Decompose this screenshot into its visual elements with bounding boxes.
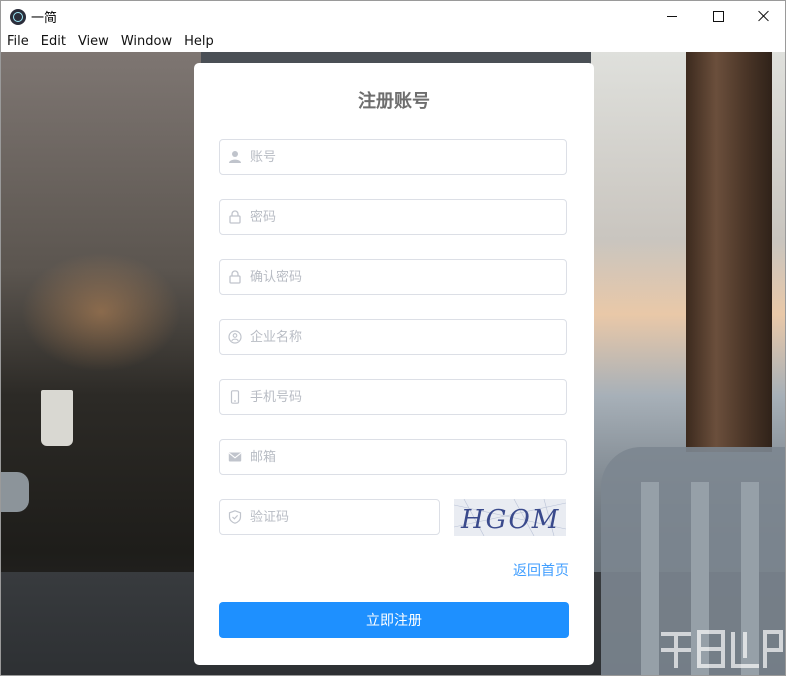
background-scene: 注册账号 账号 企业名称 手机号码 邮箱 验证码 HGOM 返回首页 立即注册 — [1, 52, 785, 675]
watermark-logo-icon — [661, 630, 783, 668]
title-bar: 一简 — [1, 1, 785, 31]
company-icon — [228, 330, 242, 344]
minimize-icon — [667, 15, 677, 17]
company-name-field[interactable] — [219, 319, 567, 355]
background-wooden-post — [686, 52, 772, 452]
confirm-password-input[interactable] — [250, 260, 550, 294]
menu-window[interactable]: Window — [121, 31, 172, 52]
captcha-text: HGOM — [460, 505, 560, 535]
email-input[interactable] — [250, 440, 550, 474]
menu-bar: File Edit View Window Help — [1, 31, 785, 52]
lock-icon — [229, 270, 241, 284]
confirm-password-field[interactable] — [219, 259, 567, 295]
page-title: 注册账号 — [358, 91, 430, 112]
background-cup — [41, 390, 73, 446]
window-title: 一简 — [31, 11, 58, 26]
menu-view[interactable]: View — [78, 31, 109, 52]
phone-icon — [230, 390, 240, 404]
captcha-field[interactable] — [219, 499, 440, 535]
lock-icon — [229, 210, 241, 224]
phone-input[interactable] — [250, 380, 550, 414]
captcha-input[interactable] — [250, 500, 430, 534]
email-field[interactable] — [219, 439, 567, 475]
password-input[interactable] — [250, 200, 550, 234]
background-left-chair — [1, 472, 29, 512]
account-field[interactable] — [219, 139, 567, 175]
user-icon — [229, 151, 241, 163]
menu-file[interactable]: File — [7, 31, 29, 52]
password-field[interactable] — [219, 199, 567, 235]
register-button[interactable]: 立即注册 — [219, 602, 569, 638]
minimize-button[interactable] — [649, 1, 695, 31]
shield-icon — [228, 510, 242, 524]
app-logo-icon — [10, 9, 26, 25]
background-glow — [21, 252, 181, 372]
maximize-icon — [712, 10, 724, 22]
company-name-input[interactable] — [250, 320, 550, 354]
close-icon — [758, 10, 770, 22]
phone-field[interactable] — [219, 379, 567, 415]
menu-edit[interactable]: Edit — [41, 31, 66, 52]
close-button[interactable] — [741, 1, 785, 31]
account-input[interactable] — [250, 140, 550, 174]
maximize-button[interactable] — [695, 1, 741, 31]
captcha-image[interactable]: HGOM — [454, 499, 566, 536]
menu-help[interactable]: Help — [184, 31, 214, 52]
mail-icon — [228, 452, 242, 462]
captcha-graphic: HGOM — [454, 499, 566, 536]
back-to-home-link[interactable]: 返回首页 — [513, 560, 569, 580]
app-window: 一简 File Edit View Window Help 注册账号 账号 企业… — [0, 0, 786, 676]
register-card: 注册账号 账号 企业名称 手机号码 邮箱 验证码 HGOM 返回首页 立即注册 — [194, 63, 594, 665]
